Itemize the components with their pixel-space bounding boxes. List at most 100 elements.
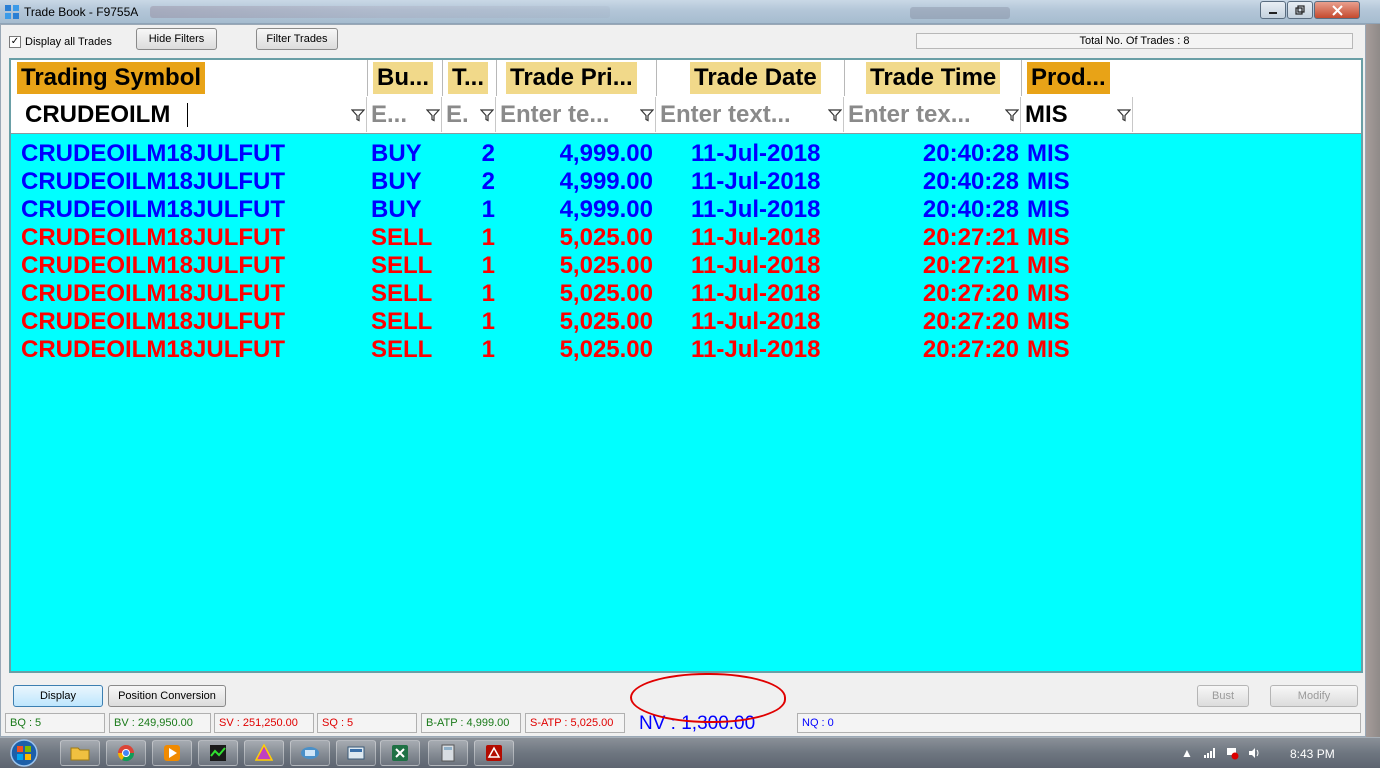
bust-button[interactable]: Bust [1197, 685, 1249, 707]
taskbar-trading-app[interactable] [198, 740, 238, 766]
cell-qty: 2 [481, 140, 495, 167]
filter-funnel-icon[interactable] [828, 108, 842, 122]
cell-symbol: CRUDEOILM18JULFUT [21, 336, 286, 363]
cell-side: SELL [371, 224, 433, 251]
cell-side: BUY [371, 140, 422, 167]
table-row[interactable]: CRUDEOILM18JULFUT SELL 1 5,025.00 11-Jul-201… [11, 224, 1361, 252]
restore-icon [1295, 5, 1305, 15]
trades-grid: Trading Symbol CRUDEOILM Bu... E... T... E. Tr… [9, 58, 1363, 673]
cell-price: 5,025.00 [559, 280, 653, 307]
filter-input-price[interactable]: Enter te... [496, 97, 656, 132]
chart-app-icon [210, 745, 226, 761]
column-header-side[interactable]: Bu... [367, 60, 442, 96]
taskbar-excel[interactable] [380, 740, 420, 766]
hide-filters-button[interactable]: Hide Filters [136, 28, 217, 50]
cell-date: 11-Jul-2018 [691, 196, 821, 223]
sell-value: SV : 251,250.00 [214, 713, 314, 733]
table-row[interactable]: CRUDEOILM18JULFUT BUY 1 4,999.00 11-Jul-2018… [11, 196, 1361, 224]
cell-date: 11-Jul-2018 [691, 140, 821, 167]
filter-input-product[interactable]: MIS [1021, 97, 1133, 132]
close-button[interactable] [1314, 1, 1360, 19]
cell-symbol: CRUDEOILM18JULFUT [21, 224, 286, 251]
filter-input-symbol[interactable]: CRUDEOILM [11, 97, 367, 132]
volume-icon[interactable] [1247, 746, 1261, 760]
windows-start-icon[interactable] [4, 738, 44, 768]
flag-alert-icon[interactable] [1225, 746, 1239, 760]
filter-funnel-icon[interactable] [480, 108, 494, 122]
table-row[interactable]: CRUDEOILM18JULFUT SELL 1 5,025.00 11-Jul-201… [11, 280, 1361, 308]
cell-price: 4,999.00 [559, 196, 653, 223]
taskbar-app-triangle[interactable] [244, 740, 284, 766]
filter-value: CRUDEOILM [25, 101, 171, 128]
column-header-date[interactable]: Trade Date [656, 60, 844, 96]
taskbar-app-screens[interactable] [336, 740, 376, 766]
table-row[interactable]: CRUDEOILM18JULFUT BUY 2 4,999.00 11-Jul-2018… [11, 168, 1361, 196]
filter-funnel-icon[interactable] [640, 108, 654, 122]
cell-product: MIS [1027, 308, 1070, 335]
filter-input-qty[interactable]: E. [442, 97, 496, 132]
cell-time: 20:27:20 [922, 336, 1019, 363]
column-header-product[interactable]: Prod... [1021, 60, 1133, 96]
position-conversion-button[interactable]: Position Conversion [108, 685, 226, 707]
column-header-price[interactable]: Trade Pri... [496, 60, 656, 96]
cell-product: MIS [1027, 168, 1070, 195]
table-row[interactable]: CRUDEOILM18JULFUT SELL 1 5,025.00 11-Jul-201… [11, 252, 1361, 280]
net-quantity: NQ : 0 [797, 713, 1361, 733]
cell-price: 4,999.00 [559, 140, 653, 167]
taskbar-app-window[interactable] [290, 740, 330, 766]
total-trades-count: Total No. Of Trades : 8 [916, 33, 1353, 49]
minimize-icon [1269, 12, 1277, 14]
column-header-qty[interactable]: T... [442, 60, 496, 96]
cell-price: 5,025.00 [559, 224, 653, 251]
app-icon [5, 5, 19, 19]
display-all-trades-checkbox[interactable]: ✓ Display all Trades [9, 36, 112, 48]
column-separator [1021, 60, 1022, 96]
tray-expand-icon[interactable]: ▲ [1181, 746, 1193, 760]
window-app-icon [301, 747, 319, 759]
minimize-button[interactable] [1260, 1, 1286, 19]
display-button[interactable]: Display [13, 685, 103, 707]
column-header-label: Bu... [373, 62, 433, 94]
filter-placeholder: Enter te... [500, 101, 610, 128]
title-background-blur [150, 6, 610, 18]
restore-button[interactable] [1287, 1, 1313, 19]
cell-product: MIS [1027, 280, 1070, 307]
cell-side: SELL [371, 280, 433, 307]
taskbar-chrome[interactable] [106, 740, 146, 766]
signal-icon[interactable] [1203, 747, 1217, 759]
taskbar-media-player[interactable] [152, 740, 192, 766]
column-header-symbol[interactable]: Trading Symbol [11, 60, 367, 96]
column-header-label: Trading Symbol [17, 62, 206, 94]
cell-price: 4,999.00 [559, 168, 653, 195]
table-row[interactable]: CRUDEOILM18JULFUT BUY 2 4,999.00 11-Jul-2018… [11, 140, 1361, 168]
filter-input-date[interactable]: Enter text... [656, 97, 844, 132]
taskbar-pdf-reader[interactable] [474, 740, 514, 766]
cell-symbol: CRUDEOILM18JULFUT [21, 168, 286, 195]
filter-funnel-icon[interactable] [1005, 108, 1019, 122]
filter-funnel-icon[interactable] [426, 108, 440, 122]
table-row[interactable]: CRUDEOILM18JULFUT SELL 1 5,025.00 11-Jul-201… [11, 308, 1361, 336]
filter-trades-button[interactable]: Filter Trades [256, 28, 338, 50]
filter-input-time[interactable]: Enter tex... [844, 97, 1021, 132]
cell-symbol: CRUDEOILM18JULFUT [21, 252, 286, 279]
cell-product: MIS [1027, 224, 1070, 251]
buy-quantity: BQ : 5 [5, 713, 105, 733]
filter-placeholder: Enter tex... [848, 101, 971, 128]
taskbar-explorer[interactable] [60, 740, 100, 766]
modify-button[interactable]: Modify [1270, 685, 1358, 707]
column-qty: T... E. [442, 60, 496, 134]
column-header-label: Trade Date [690, 62, 821, 94]
cell-date: 11-Jul-2018 [691, 168, 821, 195]
filter-funnel-icon[interactable] [351, 108, 365, 122]
pdf-icon [486, 745, 502, 761]
cell-side: SELL [371, 336, 433, 363]
column-separator [367, 60, 368, 96]
taskbar-calculator[interactable] [428, 740, 468, 766]
sell-average-price: S-ATP : 5,025.00 [525, 713, 625, 733]
table-row[interactable]: CRUDEOILM18JULFUT SELL 1 5,025.00 11-Jul-201… [11, 336, 1361, 364]
filter-input-side[interactable]: E... [367, 97, 442, 132]
title-bar: Trade Book - F9755A [0, 0, 1380, 24]
column-header-time[interactable]: Trade Time [844, 60, 1021, 96]
filter-placeholder: Enter text... [660, 101, 791, 128]
filter-funnel-icon[interactable] [1117, 108, 1131, 122]
